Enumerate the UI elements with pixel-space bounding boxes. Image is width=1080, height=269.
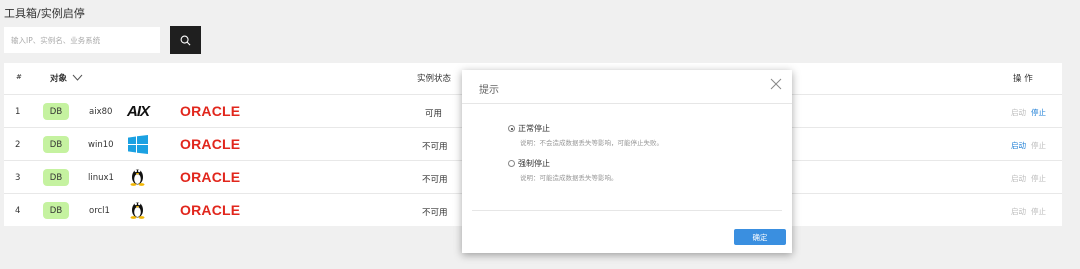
stop-link[interactable]: 停止 xyxy=(1031,107,1046,118)
search-button[interactable] xyxy=(170,26,201,54)
start-link[interactable]: 启动 xyxy=(1011,140,1026,151)
type-badge: DB xyxy=(43,169,69,186)
stop-link[interactable]: 停止 xyxy=(1031,140,1046,151)
row-index: 1 xyxy=(15,107,21,117)
instance-status: 不可用 xyxy=(422,142,448,152)
stop-link[interactable]: 停止 xyxy=(1031,206,1046,217)
row-index: 3 xyxy=(15,173,21,183)
close-button[interactable] xyxy=(768,76,784,92)
linux-tux-icon xyxy=(130,202,145,219)
search-icon xyxy=(180,35,191,45)
normal-stop-radio[interactable] xyxy=(508,125,515,132)
row-index: 2 xyxy=(15,140,21,150)
start-link[interactable]: 启动 xyxy=(1011,206,1026,217)
normal-stop-option[interactable]: 正常停止 xyxy=(508,123,550,134)
column-header-actions: 操 作 xyxy=(1013,74,1033,84)
dialog-footer-divider xyxy=(472,210,782,211)
close-icon xyxy=(770,78,782,90)
instance-status: 不可用 xyxy=(422,208,448,218)
oracle-logo: ORACLE xyxy=(180,103,241,119)
oracle-logo: ORACLE xyxy=(180,169,241,185)
type-badge: DB xyxy=(43,136,69,153)
linux-tux-icon xyxy=(130,169,145,186)
chevron-down-icon[interactable] xyxy=(72,74,83,82)
instance-name: linux1 xyxy=(88,173,114,183)
instance-status: 不可用 xyxy=(422,175,448,185)
stop-mode-dialog: 提示 正常停止 说明：不会造成数据丢失等影响，可能停止失败。 强制停止 说明：可… xyxy=(462,70,792,253)
dialog-header-divider xyxy=(462,103,792,104)
oracle-logo: ORACLE xyxy=(180,136,241,152)
force-stop-radio[interactable] xyxy=(508,160,515,167)
confirm-button[interactable]: 确定 xyxy=(734,229,786,245)
breadcrumb: 工具箱/实例启停 xyxy=(4,7,85,20)
oracle-logo: ORACLE xyxy=(180,202,241,218)
windows-icon xyxy=(128,135,148,154)
force-stop-description: 说明：可能造成数据丢失等影响。 xyxy=(520,174,618,182)
aix-logo: AIX xyxy=(127,103,150,120)
start-link[interactable]: 启动 xyxy=(1011,107,1026,118)
column-header-object: 对象 xyxy=(50,74,68,84)
column-header-status: 实例状态 xyxy=(417,74,452,84)
instance-name: aix80 xyxy=(89,107,113,117)
type-badge: DB xyxy=(43,103,69,120)
instance-name: orcl1 xyxy=(89,206,110,216)
normal-stop-label: 正常停止 xyxy=(518,124,550,133)
type-badge: DB xyxy=(43,202,69,219)
dialog-title: 提示 xyxy=(479,85,499,96)
start-link[interactable]: 启动 xyxy=(1011,173,1026,184)
normal-stop-description: 说明：不会造成数据丢失等影响，可能停止失败。 xyxy=(520,139,663,147)
column-header-index: # xyxy=(16,73,22,81)
stop-link[interactable]: 停止 xyxy=(1031,173,1046,184)
instance-name: win10 xyxy=(88,140,114,150)
force-stop-label: 强制停止 xyxy=(518,159,550,168)
instance-status: 可用 xyxy=(425,109,443,119)
search-input[interactable] xyxy=(4,27,160,53)
row-index: 4 xyxy=(15,206,21,216)
force-stop-option[interactable]: 强制停止 xyxy=(508,158,550,169)
